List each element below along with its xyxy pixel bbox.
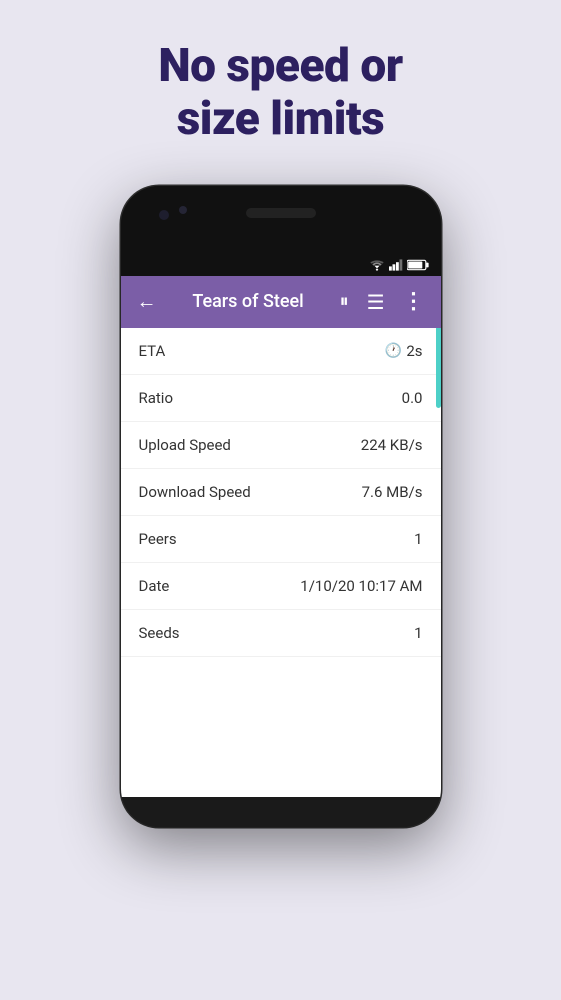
progress-indicator xyxy=(436,328,441,408)
more-button[interactable] xyxy=(397,283,431,320)
ratio-value: 0.0 xyxy=(402,389,423,407)
phone-bottom xyxy=(121,797,441,827)
upload-speed-label: Upload Speed xyxy=(139,436,231,454)
headline: No speed orsize limits xyxy=(118,0,442,176)
battery-icon xyxy=(407,259,429,271)
table-row: ETA 🕐2s xyxy=(121,328,441,375)
back-button[interactable] xyxy=(131,283,163,320)
phone-top-bar xyxy=(121,186,441,254)
peers-label: Peers xyxy=(139,530,177,548)
wifi-icon xyxy=(369,259,385,271)
toolbar-actions xyxy=(334,283,431,320)
toolbar-title: Tears of Steel xyxy=(171,291,326,312)
app-toolbar: Tears of Steel xyxy=(121,276,441,328)
empty-space xyxy=(121,657,441,797)
eta-value: 🕐2s xyxy=(385,342,423,360)
signal-icon xyxy=(389,259,403,271)
table-row: Ratio 0.0 xyxy=(121,375,441,422)
phone-speaker xyxy=(246,208,316,218)
seeds-label: Seeds xyxy=(139,624,180,642)
list-button[interactable] xyxy=(361,284,391,320)
download-speed-value: 7.6 MB/s xyxy=(362,483,423,501)
content-area: ETA 🕐2s Ratio 0.0 Upload Speed 224 KB/s … xyxy=(121,328,441,797)
table-row: Upload Speed 224 KB/s xyxy=(121,422,441,469)
camera-dot-left xyxy=(159,210,169,220)
pause-button[interactable] xyxy=(334,285,355,318)
date-value: 1/10/20 10:17 AM xyxy=(300,577,422,595)
eta-label: ETA xyxy=(139,342,166,360)
camera-dot-right xyxy=(179,206,187,214)
upload-speed-value: 224 KB/s xyxy=(361,436,423,454)
phone-mockup: Tears of Steel ETA 🕐2s Ratio 0.0 xyxy=(121,186,441,827)
phone-wrapper: Tears of Steel ETA 🕐2s Ratio 0.0 xyxy=(0,176,561,1000)
date-label: Date xyxy=(139,577,170,595)
status-bar xyxy=(121,254,441,276)
peers-value: 1 xyxy=(414,530,422,548)
download-speed-label: Download Speed xyxy=(139,483,251,501)
table-row: Download Speed 7.6 MB/s xyxy=(121,469,441,516)
seeds-value: 1 xyxy=(414,624,422,642)
table-row: Peers 1 xyxy=(121,516,441,563)
clock-icon: 🕐 xyxy=(385,343,402,359)
table-row: Seeds 1 xyxy=(121,610,441,657)
table-row: Date 1/10/20 10:17 AM xyxy=(121,563,441,610)
ratio-label: Ratio xyxy=(139,389,174,407)
